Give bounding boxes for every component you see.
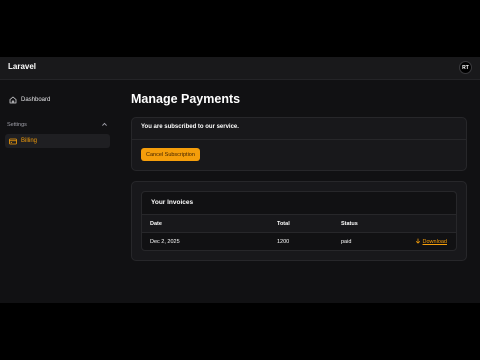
download-label[interactable]: Download xyxy=(423,239,447,245)
letterbox-bottom xyxy=(0,303,480,360)
invoices-card: Your Invoices Date Total Status Dec 2, 2… xyxy=(131,181,467,261)
sidebar-item-label: Billing xyxy=(21,138,38,144)
top-bar: Laravel RT xyxy=(0,57,480,80)
divider xyxy=(132,139,466,140)
sidebar-item-label: Dashboard xyxy=(21,97,51,103)
sidebar-group-label: Settings xyxy=(7,122,27,128)
invoices-title: Your Invoices xyxy=(151,199,194,206)
app-window: Laravel RT Dashboard Settings Billing Ma… xyxy=(0,57,480,303)
download-invoice-link[interactable]: Download xyxy=(415,232,447,250)
sidebar: Dashboard Settings Billing xyxy=(0,80,116,303)
subscription-card: You are subscribed to our service. Cance… xyxy=(131,117,467,171)
column-header-status: Status xyxy=(341,220,358,227)
invoice-status: paid xyxy=(341,238,352,245)
table-header: Date Total Status xyxy=(142,214,456,233)
sidebar-item-dashboard[interactable]: Dashboard xyxy=(5,93,110,107)
subscription-status-text: You are subscribed to our service. xyxy=(141,124,239,130)
page-title: Manage Payments xyxy=(131,92,241,106)
column-header-date: Date xyxy=(150,220,162,227)
cancel-subscription-button[interactable]: Cancel Subscription xyxy=(141,148,200,161)
brand-logo[interactable]: Laravel xyxy=(8,62,36,71)
column-header-total: Total xyxy=(277,220,290,227)
table-row: Dec 2, 2025 1200 paid Download xyxy=(142,232,456,250)
credit-card-icon xyxy=(8,138,18,145)
sidebar-group-settings[interactable]: Settings xyxy=(7,120,108,130)
invoices-table-container: Your Invoices Date Total Status Dec 2, 2… xyxy=(141,191,457,251)
chevron-up-icon xyxy=(101,121,108,130)
invoice-date: Dec 2, 2025 xyxy=(150,238,180,245)
home-icon xyxy=(8,96,18,104)
invoice-total: 1200 xyxy=(277,238,290,245)
user-avatar[interactable]: RT xyxy=(459,61,472,74)
sidebar-item-billing[interactable]: Billing xyxy=(5,134,110,148)
download-icon xyxy=(415,238,421,246)
